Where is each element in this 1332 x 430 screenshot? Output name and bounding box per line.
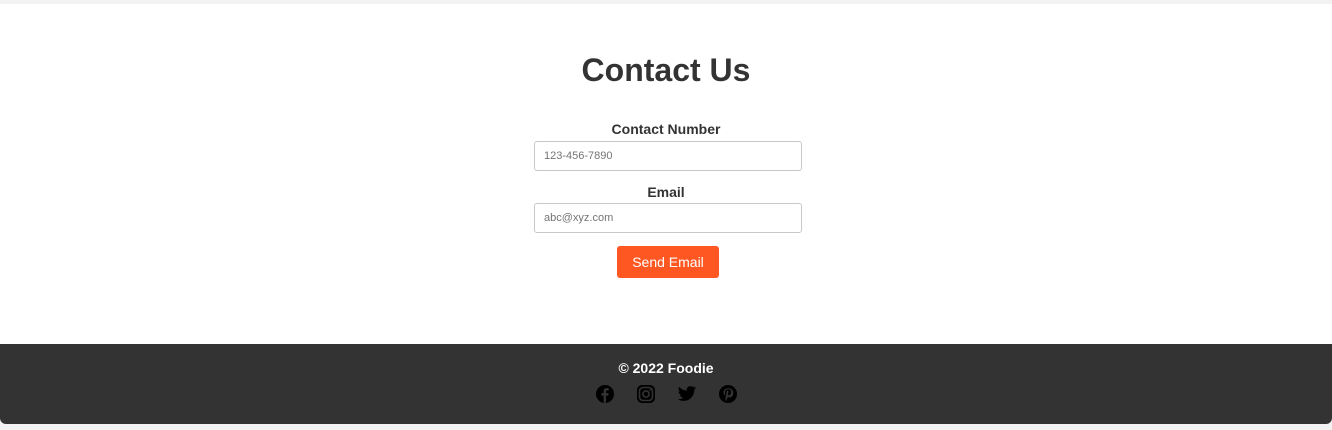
- instagram-icon[interactable]: [636, 384, 656, 404]
- facebook-icon[interactable]: [595, 384, 615, 404]
- footer: © 2022 Foodie: [0, 344, 1332, 424]
- social-links: [0, 384, 1332, 404]
- copyright-text: © 2022 Foodie: [618, 360, 714, 376]
- email-label: Email: [647, 184, 685, 200]
- pinterest-icon[interactable]: [718, 384, 738, 404]
- contact-number-input[interactable]: [534, 141, 802, 171]
- send-email-button[interactable]: Send Email: [617, 246, 719, 278]
- email-input[interactable]: [534, 203, 802, 233]
- twitter-icon[interactable]: [677, 384, 697, 404]
- page-title: Contact Us: [581, 52, 751, 88]
- bottom-strip: [0, 424, 1332, 430]
- contact-number-label: Contact Number: [611, 121, 721, 137]
- page: Contact Us Contact Number Email Send Ema…: [0, 4, 1332, 424]
- contact-section: Contact Us Contact Number Email Send Ema…: [0, 4, 1332, 344]
